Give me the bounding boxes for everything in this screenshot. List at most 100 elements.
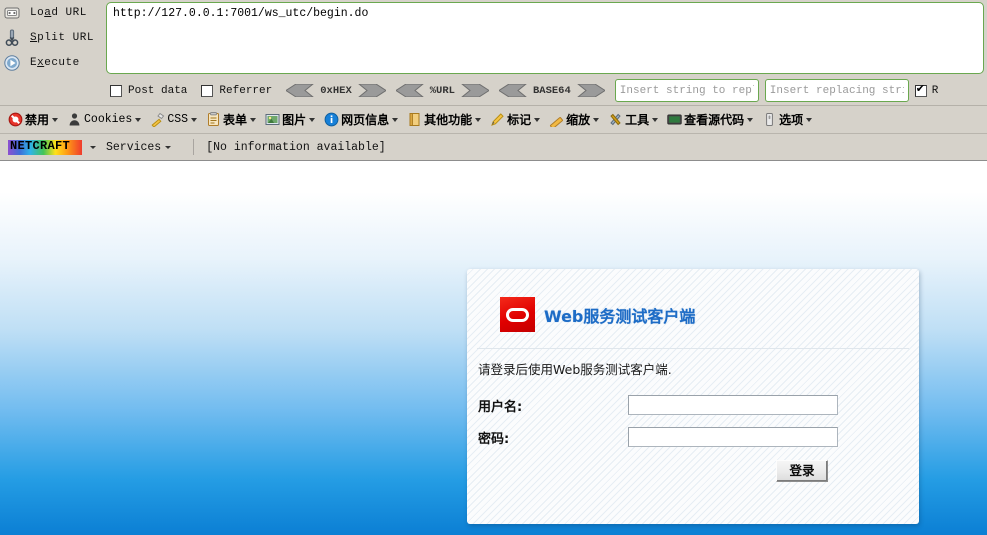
hackbar-options-row: Post data Referrer 0xHEX %URL BASE64 Ins…	[0, 76, 987, 105]
wdt-label-misc: 其他功能	[424, 113, 473, 127]
netcraft-info-text: [No information available]	[206, 140, 386, 154]
hackbar-toolbar: Load URL Split URL Execute http://127.0.…	[0, 0, 987, 106]
wdt-item-images[interactable]: 图片	[261, 109, 318, 131]
cookies-icon	[66, 112, 82, 128]
referrer-label: Referrer	[219, 84, 273, 97]
web-developer-toolbar: 禁用 Cookies CSS 表单 图片 网页信息 其他功能 标记 缩放 工具 …	[0, 106, 987, 134]
chevron-down-icon	[593, 117, 600, 122]
base64-encoder-group: BASE64	[498, 84, 605, 97]
css-icon	[149, 112, 165, 128]
wdt-label-disable: 禁用	[25, 113, 50, 127]
view-source-icon	[666, 112, 682, 128]
base64-encode-arrow-icon[interactable]	[576, 84, 605, 97]
wdt-label-cookies: Cookies	[84, 113, 133, 126]
chevron-down-icon	[534, 117, 541, 122]
wdt-item-css[interactable]: CSS	[146, 109, 200, 131]
url-encoder-group: %URL	[395, 84, 489, 97]
load-url-icon	[0, 2, 24, 24]
post-data-checkbox-box[interactable]	[110, 84, 122, 97]
resize-ruler-icon	[548, 112, 564, 128]
chevron-down-icon	[806, 117, 813, 122]
login-panel: Web服务测试客户端 请登录后使用Web服务测试客户端. 用户名: 密码: 登录	[467, 269, 919, 524]
info-icon	[323, 112, 339, 128]
chevron-down-icon	[191, 117, 198, 122]
chevron-down-icon	[165, 145, 172, 149]
login-instruction: 请登录后使用Web服务测试客户端.	[478, 362, 672, 377]
chevron-down-icon	[52, 117, 59, 122]
password-field-row: 密码:	[478, 426, 908, 448]
wdt-item-misc[interactable]: 其他功能	[403, 109, 484, 131]
replace-all-checkbox-box[interactable]	[914, 83, 927, 97]
base64-decode-arrow-icon[interactable]	[498, 84, 527, 97]
wdt-label-view-source: 查看源代码	[684, 113, 745, 127]
username-input[interactable]	[628, 395, 838, 415]
post-data-label: Post data	[128, 84, 188, 97]
replace-all-label: R	[931, 84, 939, 97]
replace-from-input[interactable]	[614, 79, 759, 102]
wdt-item-page-info[interactable]: 网页信息	[320, 109, 401, 131]
login-button[interactable]: 登录	[776, 460, 828, 482]
brand-row: Web服务测试客户端	[500, 297, 695, 332]
wdt-label-resize: 缩放	[566, 113, 591, 127]
wdt-item-tools[interactable]: 工具	[604, 109, 661, 131]
outline-pencil-icon	[489, 112, 505, 128]
replace-all-checkbox[interactable]: R	[914, 83, 939, 97]
split-url-action[interactable]: Split URL	[0, 25, 103, 50]
url-encoder-label: %URL	[429, 84, 455, 97]
hex-encode-arrow-icon[interactable]	[357, 84, 386, 97]
oracle-logo-ring	[506, 307, 529, 322]
wdt-item-view-source[interactable]: 查看源代码	[663, 109, 756, 131]
wdt-label-options: 选项	[779, 113, 804, 127]
netcraft-logo[interactable]: NETCRAFT	[8, 138, 82, 155]
wdt-item-resize[interactable]: 缩放	[545, 109, 602, 131]
chevron-down-icon	[747, 117, 754, 122]
load-url-action[interactable]: Load URL	[0, 0, 103, 25]
forms-icon	[205, 112, 221, 128]
hex-encoder-group: 0xHEX	[286, 84, 386, 97]
chevron-down-icon	[652, 117, 659, 122]
username-label: 用户名:	[478, 399, 523, 415]
netcraft-services-label: Services	[106, 140, 162, 154]
post-data-checkbox[interactable]: Post data	[110, 84, 188, 97]
password-input[interactable]	[628, 427, 838, 447]
execute-action[interactable]: Execute	[0, 50, 103, 75]
wdt-item-disable[interactable]: 禁用	[4, 109, 61, 131]
disable-icon	[7, 112, 23, 128]
url-decode-arrow-icon[interactable]	[395, 84, 424, 97]
panel-divider	[477, 348, 909, 349]
netcraft-services-menu[interactable]: Services	[106, 141, 181, 154]
load-url-label: Load URL	[30, 6, 87, 19]
referrer-checkbox-box[interactable]	[201, 84, 214, 97]
wdt-item-options[interactable]: 选项	[758, 109, 815, 131]
wdt-label-tools: 工具	[625, 113, 650, 127]
netcraft-logo-text: NETCRAFT	[10, 138, 71, 153]
netcraft-menu-chevron-icon[interactable]	[90, 145, 96, 149]
password-label: 密码:	[478, 431, 510, 447]
replace-to-input[interactable]	[764, 79, 909, 102]
browser-viewport: Load URL Split URL Execute http://127.0.…	[0, 0, 987, 535]
wdt-label-images: 图片	[282, 113, 307, 127]
hex-encoder-label: 0xHEX	[320, 84, 352, 97]
chevron-down-icon	[392, 117, 399, 122]
misc-icon	[406, 112, 422, 128]
execute-label: Execute	[30, 56, 80, 69]
split-url-label: Split URL	[30, 31, 94, 44]
referrer-checkbox[interactable]: Referrer	[201, 84, 273, 97]
wdt-item-forms[interactable]: 表单	[202, 109, 259, 131]
netcraft-toolbar: NETCRAFT Services [No information availa…	[0, 134, 987, 161]
wdt-item-outline[interactable]: 标记	[486, 109, 543, 131]
wdt-item-cookies[interactable]: Cookies	[63, 109, 144, 131]
url-input[interactable]	[106, 2, 984, 74]
page-content: Web服务测试客户端 请登录后使用Web服务测试客户端. 用户名: 密码: 登录	[0, 162, 987, 535]
chevron-down-icon	[250, 117, 257, 122]
chevron-down-icon	[309, 117, 316, 122]
username-field-row: 用户名:	[478, 394, 908, 416]
chevron-down-icon	[135, 117, 142, 122]
base64-encoder-label: BASE64	[532, 84, 571, 97]
images-icon	[264, 112, 280, 128]
url-encode-arrow-icon[interactable]	[461, 84, 489, 97]
netcraft-separator	[193, 139, 195, 155]
hackbar-action-list: Load URL Split URL Execute	[0, 0, 103, 76]
oracle-logo-icon	[500, 297, 535, 332]
hex-decode-arrow-icon[interactable]	[286, 84, 315, 97]
